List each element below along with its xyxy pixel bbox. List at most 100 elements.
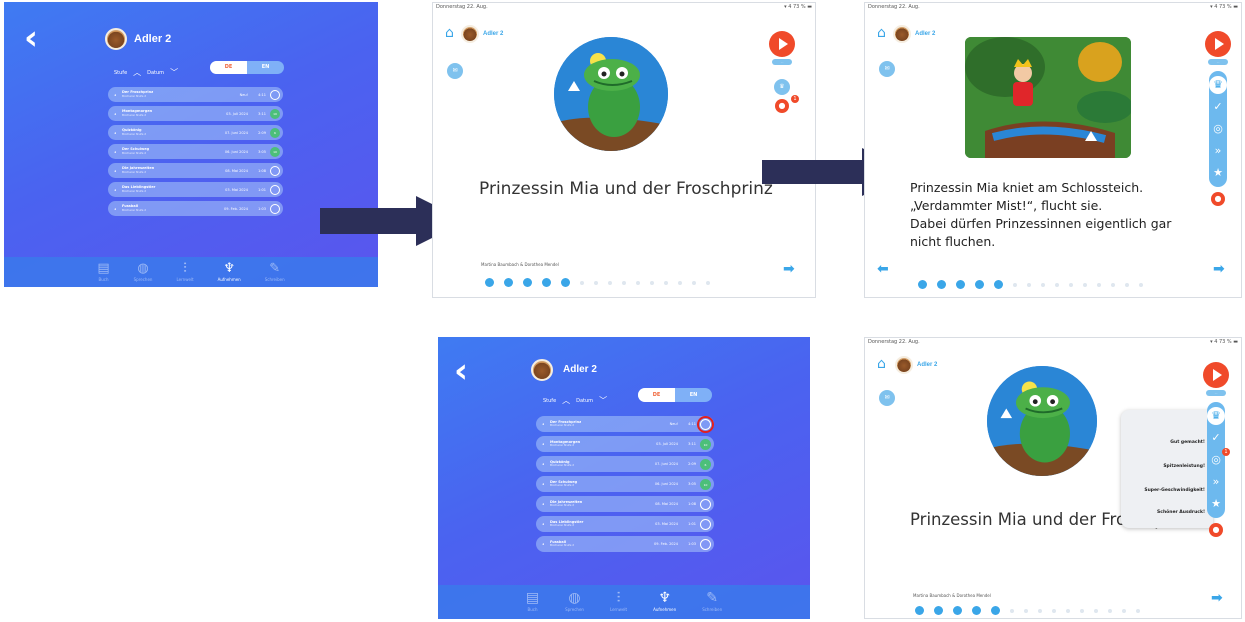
play-icon[interactable]: ◂ xyxy=(108,112,122,116)
page-dot[interactable] xyxy=(561,278,570,287)
play-icon[interactable]: ◂ xyxy=(536,422,550,426)
page-dot[interactable] xyxy=(1080,608,1084,613)
stop-button[interactable]: ● xyxy=(775,99,789,113)
toggle-de[interactable]: DE xyxy=(638,388,675,402)
play-icon[interactable]: ◂ xyxy=(536,542,550,546)
play-icon[interactable]: ◂ xyxy=(536,462,550,466)
back-icon[interactable]: ‹ xyxy=(24,21,38,55)
chevron-down-icon[interactable]: ﹀ xyxy=(599,395,607,406)
feedback-option[interactable]: Schöner Ausdruck! xyxy=(1157,510,1205,515)
next-page-icon[interactable]: ➡ xyxy=(1211,590,1223,606)
item-count[interactable]: 10 xyxy=(270,108,280,119)
speed-icon[interactable]: » xyxy=(1209,142,1227,160)
record-button[interactable] xyxy=(1205,31,1231,57)
page-dot[interactable] xyxy=(1066,608,1070,613)
item-count[interactable]: 6 xyxy=(700,458,711,470)
page-dot[interactable] xyxy=(1027,282,1031,287)
page-dot[interactable] xyxy=(1122,608,1126,613)
list-item[interactable]: ◂ Die Jahreszeiten Bücherei Stufe 2 08. M… xyxy=(536,496,714,512)
list-item[interactable]: ◂ Fussball Bücherei Stufe 2 09. Feb. 2024… xyxy=(536,536,714,552)
page-dot[interactable] xyxy=(485,278,494,287)
record-button[interactable] xyxy=(769,31,795,57)
target-icon[interactable]: ◎ xyxy=(1209,120,1227,138)
page-dot[interactable] xyxy=(622,280,626,285)
page-dot[interactable] xyxy=(991,606,1000,615)
nav-item-sprechen[interactable]: ◍ Sprechen xyxy=(565,590,584,619)
feedback-option[interactable]: Spitzenleistung! xyxy=(1163,464,1205,469)
list-item[interactable]: ◂ Das Lieblingstier Bücherei Stufe 2 03. … xyxy=(536,516,714,532)
page-dot[interactable] xyxy=(1041,282,1045,287)
chevron-up-icon[interactable]: ︿ xyxy=(133,67,141,78)
list-item[interactable]: ◂ Das Lieblingstier Bücherei Stufe 2 03. … xyxy=(108,182,283,197)
play-icon[interactable]: ◂ xyxy=(108,188,122,192)
page-dot[interactable] xyxy=(1013,282,1017,287)
play-icon[interactable]: ◂ xyxy=(108,150,122,154)
play-icon[interactable]: ◂ xyxy=(108,93,122,97)
help-icon[interactable]: ✉ xyxy=(447,63,463,79)
nav-item-schreiben[interactable]: ✎ Schreiben xyxy=(265,261,285,287)
page-dot[interactable] xyxy=(1069,282,1073,287)
page-dot[interactable] xyxy=(994,280,1003,289)
page-dot[interactable] xyxy=(1024,608,1028,613)
page-dot[interactable] xyxy=(1055,282,1059,287)
page-dot[interactable] xyxy=(1125,282,1129,287)
page-dot[interactable] xyxy=(918,280,927,289)
play-icon[interactable]: ◂ xyxy=(536,442,550,446)
play-icon[interactable]: ◂ xyxy=(536,502,550,506)
nav-item-buch[interactable]: ▤ Buch xyxy=(97,261,109,287)
item-count[interactable] xyxy=(270,203,280,214)
toggle-en[interactable]: EN xyxy=(247,61,284,74)
page-dot[interactable] xyxy=(678,280,682,285)
sort-date-label[interactable]: Datum xyxy=(576,398,593,404)
chevron-up-icon[interactable]: ︿ xyxy=(562,395,570,406)
play-icon[interactable]: ◂ xyxy=(536,522,550,526)
list-item[interactable]: ◂ Quizkönig Bücherei Stufe 2 07. Juni 202… xyxy=(108,125,283,140)
page-dot[interactable] xyxy=(975,280,984,289)
list-item[interactable]: ◂ Die Jahreszeiten Bücherei Stufe 2 08. M… xyxy=(108,163,283,178)
item-count[interactable] xyxy=(270,89,280,100)
list-item[interactable]: ◂ Der Froschprinz Bücherei Stufe 2 Neu! 4… xyxy=(108,87,283,102)
nav-item-schreiben[interactable]: ✎ Schreiben xyxy=(702,590,722,619)
page-dot[interactable] xyxy=(953,606,962,615)
crown-icon[interactable]: ♛ xyxy=(1209,76,1227,94)
star-icon[interactable]: ★ xyxy=(1207,495,1225,513)
page-dot[interactable] xyxy=(956,280,965,289)
crown-icon[interactable]: ♛ xyxy=(1207,407,1225,425)
page-dot[interactable] xyxy=(1083,282,1087,287)
toggle-de[interactable]: DE xyxy=(210,61,247,74)
nav-item-sprechen[interactable]: ◍ Sprechen xyxy=(134,261,153,287)
page-dot[interactable] xyxy=(1139,282,1143,287)
page-dot[interactable] xyxy=(504,278,513,287)
sort-level-label[interactable]: Stufe xyxy=(114,70,127,76)
next-page-icon[interactable]: ➡ xyxy=(783,261,795,277)
nav-item-aufnehmen[interactable]: ♆ Aufnehmen xyxy=(218,261,241,287)
home-icon[interactable]: ⌂ xyxy=(877,356,886,372)
nav-item-aufnehmen[interactable]: ♆ Aufnehmen xyxy=(653,590,676,619)
page-dot[interactable] xyxy=(1052,608,1056,613)
stop-button[interactable]: ● xyxy=(1211,192,1225,206)
page-dot[interactable] xyxy=(972,606,981,615)
play-icon[interactable]: ◂ xyxy=(536,482,550,486)
page-dot[interactable] xyxy=(934,606,943,615)
list-item[interactable]: ◂ Fussball Bücherei Stufe 2 09. Feb. 2024… xyxy=(108,201,283,216)
page-dot[interactable] xyxy=(915,606,924,615)
page-dot[interactable] xyxy=(1111,282,1115,287)
page-dot[interactable] xyxy=(1136,608,1140,613)
page-dot[interactable] xyxy=(636,280,640,285)
page-dot[interactable] xyxy=(1010,608,1014,613)
item-count[interactable] xyxy=(700,498,711,510)
check-icon[interactable]: ✓ xyxy=(1207,429,1225,447)
page-dot[interactable] xyxy=(706,280,710,285)
play-icon[interactable]: ◂ xyxy=(108,169,122,173)
language-toggle[interactable]: DE EN xyxy=(210,61,284,74)
page-dot[interactable] xyxy=(650,280,654,285)
page-dot[interactable] xyxy=(542,278,551,287)
feedback-option[interactable]: Gut gemacht! xyxy=(1170,440,1205,445)
nav-item-buch[interactable]: ▤ Buch xyxy=(526,590,539,619)
help-icon[interactable]: ✉ xyxy=(879,390,895,406)
item-count[interactable]: 10 xyxy=(700,438,711,450)
list-item[interactable]: ◂ Montagmorgen Bücherei Stufe 2 03. Juli … xyxy=(536,436,714,452)
list-item[interactable]: ◂ Quizkönig Bücherei Stufe 2 07. Juni 202… xyxy=(536,456,714,472)
help-icon[interactable]: ✉ xyxy=(879,61,895,77)
item-count[interactable] xyxy=(700,538,711,550)
